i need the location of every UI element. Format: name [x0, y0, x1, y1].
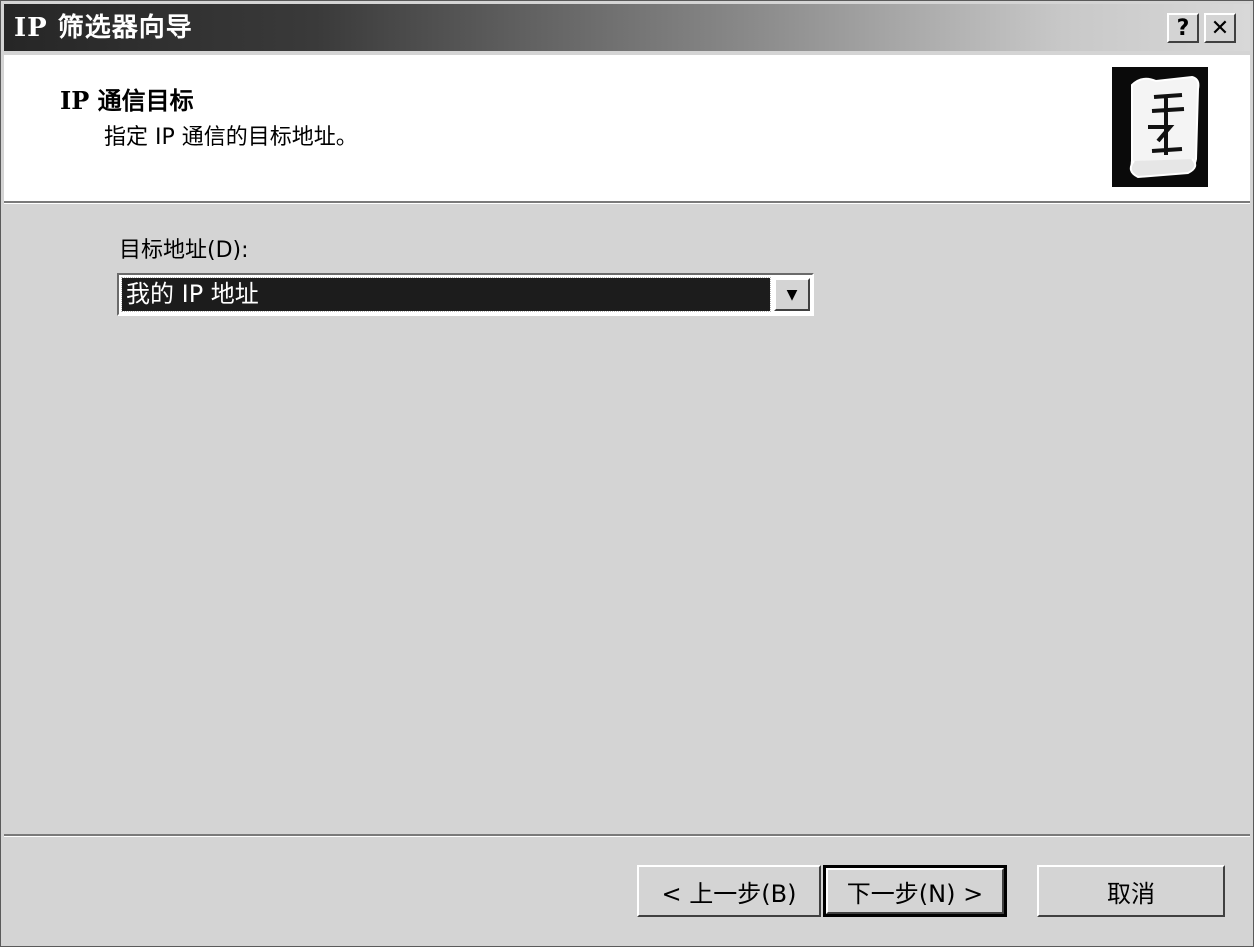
- next-button[interactable]: 下一步(N) >: [823, 865, 1007, 917]
- dest-address-dropdown[interactable]: 我的 IP 地址 ▼: [117, 273, 814, 316]
- dest-address-label: 目标地址(D):: [119, 238, 249, 263]
- footer-separator: [4, 834, 1250, 837]
- next-button-label: 下一步(N) >: [846, 879, 984, 908]
- wizard-header: IP 通信目标 指定 IP 通信的目标地址。: [4, 55, 1250, 201]
- chevron-down-icon[interactable]: ▼: [774, 278, 810, 311]
- page-subtitle: 指定 IP 通信的目标地址。: [104, 125, 358, 150]
- title-bar[interactable]: IP 筛选器向导 ? ✕: [4, 4, 1250, 51]
- wizard-window: IP 筛选器向导 ? ✕ IP 通信目标 指定 IP 通信的目标地址。 目标地址…: [0, 0, 1254, 947]
- back-button[interactable]: < 上一步(B): [637, 865, 821, 917]
- wizard-scroll-icon: [1112, 67, 1208, 187]
- page-title: IP 通信目标: [60, 86, 194, 115]
- header-separator: [4, 201, 1250, 204]
- cancel-button[interactable]: 取消: [1037, 865, 1225, 917]
- close-button[interactable]: ✕: [1204, 13, 1236, 43]
- window-title: IP 筛选器向导: [14, 13, 193, 43]
- help-button[interactable]: ?: [1167, 13, 1199, 43]
- dest-address-selected-value[interactable]: 我的 IP 地址: [121, 277, 771, 312]
